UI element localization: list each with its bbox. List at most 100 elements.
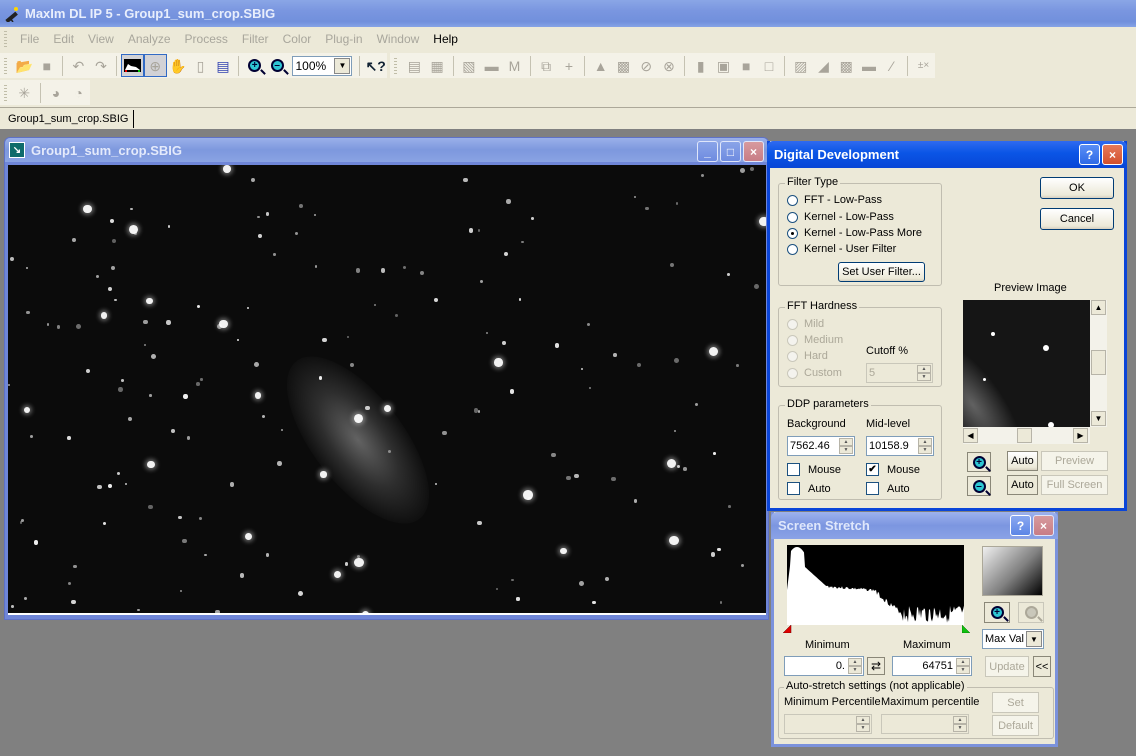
checkbox[interactable] [866,482,879,495]
help-pointer-icon[interactable]: ↖? [364,54,387,77]
menu-grip[interactable] [4,31,7,47]
radio-button[interactable] [787,318,798,330]
preview-vertical-scrollbar[interactable]: ▲ ▼ [1090,300,1107,427]
preview-zoom-in-button[interactable]: + [967,452,991,472]
toolbar-grip[interactable] [4,57,7,74]
diagonal-icon[interactable]: ◢ [812,54,835,77]
chart-icon[interactable]: ▮ [689,54,712,77]
radio-button[interactable] [787,211,798,223]
background-mouse-checkbox[interactable]: Mouse [787,463,841,476]
redo-icon[interactable]: ↷ [90,54,113,77]
maximize-button[interactable]: □ [720,141,741,162]
toolbar-grip[interactable] [4,84,7,101]
spinner-arrows[interactable]: ▲ ▼ [953,716,967,732]
noise-icon[interactable]: ▩ [612,54,635,77]
open-icon[interactable]: 📂 [13,54,36,77]
swap-icon[interactable]: ⇄ [867,657,885,675]
measure-icon[interactable]: ▧ [457,54,480,77]
dialog-title-bar[interactable]: Digital Development ? × [767,141,1127,168]
stretch-zoom-in-button[interactable]: + [984,602,1010,623]
set-user-filter-button[interactable]: Set User Filter... [838,262,925,282]
spinner-arrows[interactable]: ▲ ▼ [917,365,931,381]
menu-plugin[interactable]: Plug-in [318,32,369,46]
min-percentile-spinner[interactable]: ▲ ▼ [784,714,872,734]
radio-kernel-low-pass-more[interactable]: Kernel - Low-Pass More [787,227,922,239]
menu-edit[interactable]: Edit [46,32,81,46]
square-icon[interactable]: □ [758,54,781,77]
crosshair-icon[interactable]: ⊕ [143,54,167,77]
min-marker-icon[interactable] [783,625,793,633]
screen-stretch-icon[interactable] [121,54,144,77]
pan-icon[interactable]: ✋ [167,54,190,77]
add-icon[interactable]: + [558,54,581,77]
radio-button[interactable] [787,334,798,346]
scroll-up-icon[interactable]: ▲ [1091,300,1106,315]
radio-button[interactable] [787,227,798,239]
preview-button[interactable]: Preview [1041,451,1108,471]
background-spinner[interactable]: 7562.46 ▲ ▼ [787,436,855,456]
radio-button[interactable] [787,243,798,255]
spinner-arrows[interactable]: ▲ ▼ [839,438,853,454]
gradient-icon[interactable]: ▨ [789,54,812,77]
chevron-down-icon[interactable]: ▼ [1026,631,1042,647]
full-screen-button[interactable]: Full Screen [1041,475,1108,495]
info-icon[interactable]: ▤ [212,54,235,77]
collapse-button[interactable]: << [1033,656,1051,677]
star-icon[interactable]: ✳ [13,81,36,104]
close-button[interactable]: × [1033,515,1054,536]
image-window-title-bar[interactable]: ↘ Group1_sum_crop.SBIG [5,138,768,162]
doc-tab[interactable]: Group1_sum_crop.SBIG [3,110,135,128]
save-icon[interactable]: ■ [36,54,59,77]
cancel-button[interactable]: Cancel [1040,208,1114,230]
menu-process[interactable]: Process [178,32,235,46]
curve-icon[interactable]: ⁄ [880,54,903,77]
chevron-down-icon[interactable]: ▼ [334,57,351,74]
astro-image-canvas[interactable] [8,165,766,615]
default-button[interactable]: Default [992,715,1039,736]
bar-icon[interactable]: ▬ [858,54,881,77]
menu-view[interactable]: View [81,32,121,46]
flask-icon[interactable]: ▲ [589,54,612,77]
max-percentile-spinner[interactable]: ▲ ▼ [881,714,969,734]
radio-medium[interactable]: Medium [787,334,843,346]
spinner-arrows[interactable]: ▲ ▼ [918,438,932,454]
minimize-button[interactable]: _ [697,141,718,162]
dial-icon[interactable]: ◕ [45,81,68,104]
radio-hard[interactable]: Hard [787,350,828,362]
zoom-out-icon[interactable]: – [266,54,289,77]
spinner-arrows[interactable]: ▲ ▼ [848,658,862,674]
zoom-level-select[interactable]: 100% ▼ [291,55,353,76]
radio-fft-low-pass[interactable]: FFT - Low-Pass [787,194,882,206]
midlevel-auto-checkbox[interactable]: Auto [866,482,910,495]
scroll-left-icon[interactable]: ◀ [963,428,978,443]
menu-filter[interactable]: Filter [235,32,276,46]
set-button[interactable]: Set [992,692,1039,713]
undo-icon[interactable]: ↶ [67,54,90,77]
radio-button[interactable] [787,194,798,206]
scroll-thumb[interactable] [1091,350,1106,375]
toolbar-grip[interactable] [394,57,397,74]
scroll-down-icon[interactable]: ▼ [1091,411,1106,426]
stretch-mode-select[interactable]: Max Val ▼ [982,629,1044,649]
mouse-icon[interactable]: ▯ [189,54,212,77]
preview-image[interactable] [963,300,1090,427]
radio-button[interactable] [787,367,798,379]
midlevel-mouse-checkbox[interactable]: ✔ Mouse [866,463,920,476]
scroll-thumb[interactable] [1017,428,1032,443]
ruler-icon[interactable]: ▤ [403,54,426,77]
radio-mild[interactable]: Mild [787,318,824,330]
scroll-right-icon[interactable]: ▶ [1073,428,1088,443]
spinner-arrows[interactable]: ▲ ▼ [856,716,870,732]
auto-button-1[interactable]: Auto [1007,451,1038,471]
close-button[interactable]: × [1102,144,1123,165]
preview-zoom-out-button[interactable]: – [967,476,991,496]
radio-kernel-low-pass[interactable]: Kernel - Low-Pass [787,211,894,223]
zoom-in-icon[interactable]: + [243,54,266,77]
help-button[interactable]: ? [1010,515,1031,536]
radio-button[interactable] [787,350,798,362]
menu-window[interactable]: Window [370,32,427,46]
auto-button-2[interactable]: Auto [1007,475,1038,495]
close-button[interactable]: × [743,141,764,162]
report-icon[interactable]: ▦ [426,54,449,77]
checkbox[interactable] [787,482,800,495]
